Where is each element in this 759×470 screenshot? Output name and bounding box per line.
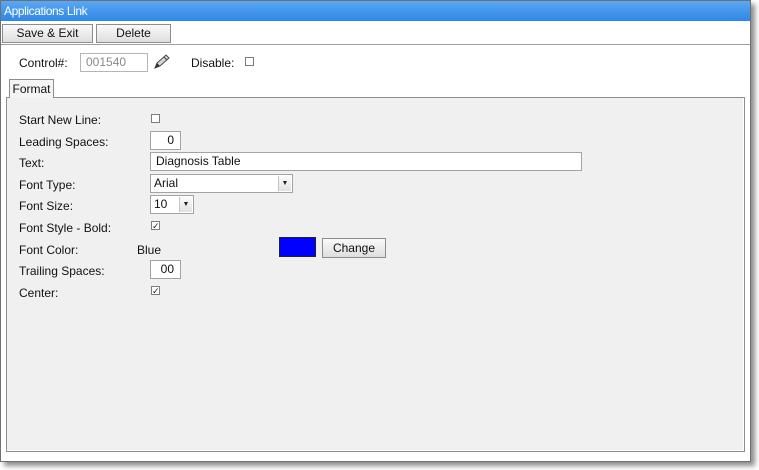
- format-panel: [6, 97, 745, 452]
- pencil-icon[interactable]: [151, 53, 171, 71]
- font-bold-checkbox[interactable]: ✓: [151, 221, 160, 231]
- text-input[interactable]: Diagnosis Table: [150, 152, 582, 171]
- text-label: Text:: [19, 156, 45, 170]
- font-type-label: Font Type:: [19, 178, 76, 192]
- color-swatch: [279, 237, 316, 257]
- chevron-down-icon: ▼: [179, 197, 192, 212]
- center-checkbox[interactable]: ✓: [151, 286, 160, 296]
- font-size-value: 10: [154, 197, 168, 211]
- trailing-spaces-input[interactable]: 00: [150, 260, 181, 279]
- toolbar: Save & Exit Delete: [1, 21, 750, 45]
- trailing-spaces-label: Trailing Spaces:: [19, 264, 105, 278]
- font-bold-label: Font Style - Bold:: [19, 221, 112, 235]
- font-size-select[interactable]: 10 ▼: [150, 195, 194, 214]
- start-new-line-checkbox[interactable]: [151, 114, 160, 123]
- delete-button[interactable]: Delete: [96, 24, 171, 43]
- font-type-select[interactable]: Arial ▼: [150, 174, 293, 193]
- disable-label: Disable:: [191, 56, 235, 70]
- tab-format[interactable]: Format: [9, 79, 54, 98]
- font-type-value: Arial: [154, 176, 179, 190]
- start-new-line-label: Start New Line:: [19, 113, 102, 127]
- font-size-label: Font Size:: [19, 199, 74, 213]
- disable-checkbox[interactable]: [245, 57, 254, 66]
- center-label: Center:: [19, 286, 59, 300]
- font-color-label: Font Color:: [19, 243, 79, 257]
- applications-link-window: Applications Link Save & Exit Delete Con…: [0, 0, 751, 462]
- save-exit-button[interactable]: Save & Exit: [2, 24, 93, 43]
- control-number-field[interactable]: 001540: [80, 53, 148, 72]
- control-label: Control#:: [19, 56, 68, 70]
- leading-spaces-input[interactable]: 0: [150, 131, 181, 150]
- change-color-button[interactable]: Change: [322, 238, 386, 258]
- window-title: Applications Link: [1, 1, 750, 21]
- font-color-value: Blue: [137, 243, 162, 257]
- leading-spaces-label: Leading Spaces:: [19, 135, 109, 149]
- chevron-down-icon: ▼: [278, 176, 291, 191]
